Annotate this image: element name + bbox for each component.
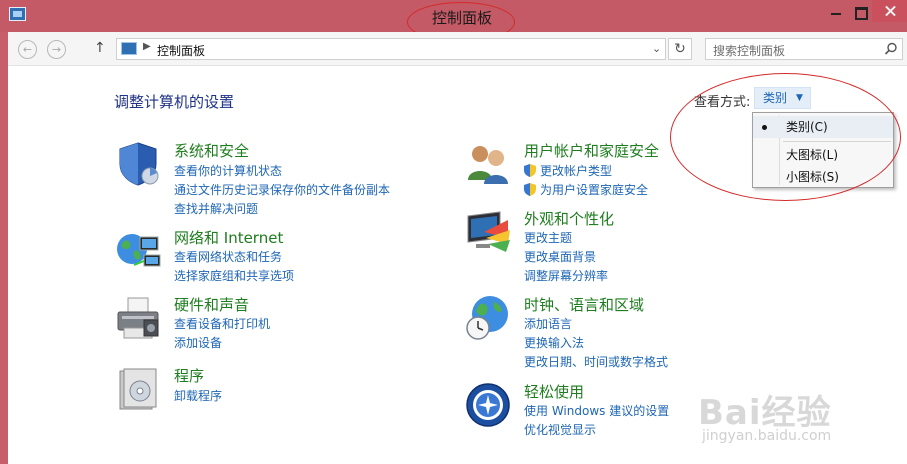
up-arrow-icon[interactable]: ↑ — [94, 40, 106, 56]
control-panel-icon — [9, 7, 26, 21]
category-title[interactable]: 用户帐户和家庭安全 — [524, 140, 659, 161]
navigation-bar: ← → ↑ ▶ 控制面板 ⌄ ↻ 搜索控制面板 — [8, 32, 907, 66]
link-date-time-format[interactable]: 更改日期、时间或数字格式 — [524, 353, 668, 370]
category-title[interactable]: 硬件和声音 — [174, 294, 249, 315]
link-devices-printers[interactable]: 查看设备和打印机 — [174, 315, 270, 332]
maximize-button[interactable] — [850, 4, 870, 20]
link-change-account-type[interactable]: 更改帐户类型 — [524, 162, 612, 179]
search-input[interactable]: 搜索控制面板 — [705, 38, 903, 60]
title-bar: 控制面板 — [0, 0, 907, 42]
link-change-theme[interactable]: 更改主题 — [524, 229, 572, 246]
link-add-language[interactable]: 添加语言 — [524, 315, 572, 332]
red-annotation-circle — [670, 73, 901, 201]
watermark-logo: Bai经验 — [698, 393, 832, 433]
ease-of-access-icon[interactable] — [464, 381, 512, 429]
category-title[interactable]: 程序 — [174, 365, 204, 386]
users-icon[interactable] — [464, 140, 512, 188]
link-optimize-visual[interactable]: 优化视觉显示 — [524, 421, 596, 438]
link-troubleshoot[interactable]: 查找并解决问题 — [174, 200, 258, 217]
search-icon[interactable] — [884, 42, 898, 56]
forward-button[interactable]: → — [47, 40, 66, 59]
address-bar[interactable]: ▶ 控制面板 ⌄ — [116, 38, 666, 60]
printer-icon[interactable] — [114, 294, 162, 342]
page-title: 调整计算机的设置 — [114, 93, 235, 111]
category-title[interactable]: 时钟、语言和区域 — [524, 294, 644, 315]
watermark-url: jingyan.baidu.com — [702, 428, 832, 444]
control-panel-window: ← → ↑ ▶ 控制面板 ⌄ ↻ 搜索控制面板 调整计算机的设置 查看方式: 类… — [8, 32, 907, 464]
link-view-computer-status[interactable]: 查看你的计算机状态 — [174, 162, 282, 179]
category-title[interactable]: 轻松使用 — [524, 381, 584, 402]
link-screen-resolution[interactable]: 调整屏幕分辨率 — [524, 267, 608, 284]
link-label: 为用户设置家庭安全 — [540, 183, 649, 197]
globe-network-icon[interactable] — [114, 227, 162, 275]
control-panel-icon — [121, 42, 137, 55]
category-title[interactable]: 系统和安全 — [174, 140, 249, 161]
search-placeholder: 搜索控制面板 — [713, 44, 786, 58]
link-network-status[interactable]: 查看网络状态和任务 — [174, 248, 282, 265]
link-add-device[interactable]: 添加设备 — [174, 334, 222, 351]
clock-globe-icon[interactable] — [464, 294, 512, 342]
link-family-safety[interactable]: 为用户设置家庭安全 — [524, 181, 648, 198]
link-file-history-backup[interactable]: 通过文件历史记录保存你的文件备份副本 — [174, 181, 390, 198]
link-change-input-method[interactable]: 更换输入法 — [524, 334, 584, 351]
chevron-right-icon[interactable]: ▶ — [143, 41, 151, 52]
link-windows-recommended[interactable]: 使用 Windows 建议的设置 — [524, 402, 669, 419]
close-button[interactable] — [872, 0, 907, 22]
uac-shield-icon — [524, 164, 536, 177]
link-homegroup[interactable]: 选择家庭组和共享选项 — [174, 267, 294, 284]
shield-icon[interactable] — [114, 140, 162, 188]
link-label: 更改帐户类型 — [540, 164, 613, 178]
link-desktop-background[interactable]: 更改桌面背景 — [524, 248, 596, 265]
link-uninstall-program[interactable]: 卸载程序 — [174, 387, 222, 404]
back-button[interactable]: ← — [18, 40, 37, 59]
breadcrumb[interactable]: 控制面板 — [157, 42, 205, 59]
programs-icon[interactable] — [114, 365, 162, 413]
uac-shield-icon — [524, 183, 536, 196]
category-title[interactable]: 外观和个性化 — [524, 208, 614, 229]
minimize-button[interactable] — [826, 4, 846, 20]
chevron-down-icon[interactable]: ⌄ — [652, 42, 661, 55]
monitor-palette-icon[interactable] — [464, 208, 512, 256]
refresh-button[interactable]: ↻ — [668, 38, 692, 60]
category-title[interactable]: 网络和 Internet — [174, 227, 283, 248]
